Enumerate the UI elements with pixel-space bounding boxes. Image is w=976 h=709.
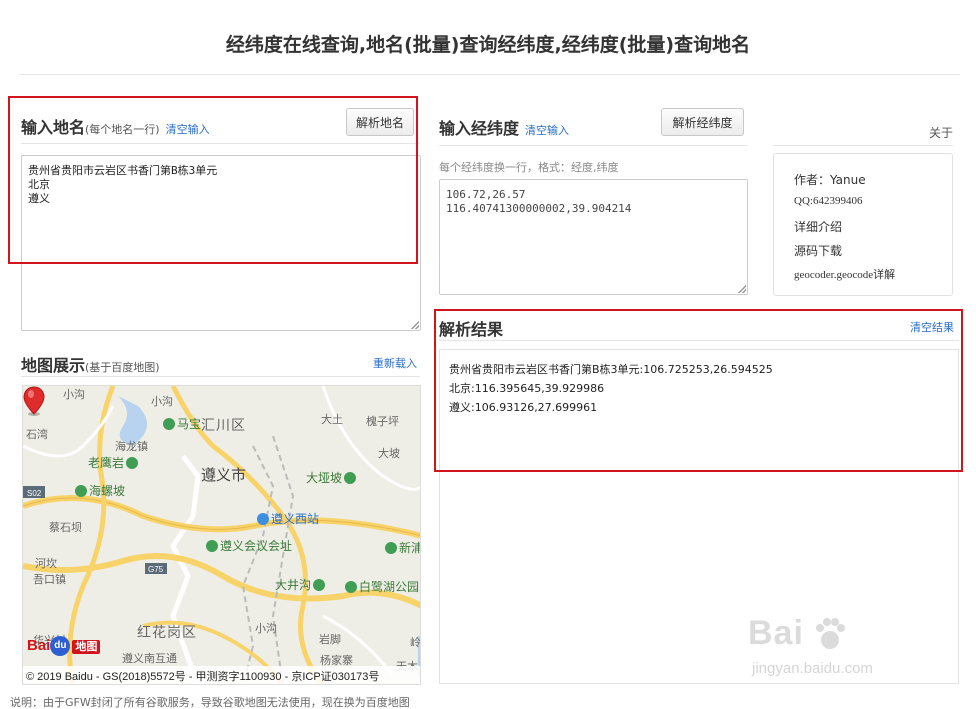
place-input-divider: [21, 143, 420, 144]
about-link[interactable]: 关于: [929, 124, 953, 141]
results-header: 解析结果: [439, 316, 503, 340]
poi-icon: [385, 542, 397, 554]
map-poi-xinpu: 新浦: [385, 539, 421, 556]
map-label: 岩脚: [319, 633, 341, 646]
baidu-logo-text: Bai: [27, 637, 51, 654]
map-shield-g75: G75: [148, 565, 164, 574]
train-station-icon: [257, 513, 269, 525]
map-title: 地图展示: [21, 356, 86, 375]
map-label: 石湾: [26, 428, 48, 441]
map-label: 白鹭湖公园: [359, 580, 420, 594]
map-label: 老鹰岩: [88, 456, 125, 470]
map-label: 河坎: [35, 557, 57, 570]
map-label: 槐子坪: [366, 415, 399, 428]
place-input-header: 输入地名 (每个地名一行) 清空输入: [21, 114, 210, 138]
result-line: 贵州省贵阳市云岩区书香门第B栋3单元:106.725253,26.594525: [449, 363, 773, 376]
map-poi-mabao: 马宝: [163, 415, 201, 432]
place-input-textarea[interactable]: 贵州省贵阳市云岩区书香门第B栋3单元 北京 遵义: [21, 155, 421, 331]
map-poi-dayapo: 大垭坡: [306, 469, 358, 486]
about-author: 作者：Yanue: [794, 173, 866, 187]
results-panel: 贵州省贵阳市云岩区书香门第B栋3单元:106.725253,26.594525 …: [439, 349, 959, 684]
map-label: 遵义会议会址: [220, 539, 293, 553]
baidu-paw-icon: du: [50, 636, 71, 656]
map-label: 海龙镇: [115, 440, 148, 453]
map-copyright: © 2019 Baidu - GS(2018)5572号 - 甲测资字11009…: [23, 666, 420, 684]
map-label: 马宝: [177, 417, 202, 431]
coord-input-divider: [439, 145, 748, 146]
results-divider: [439, 340, 959, 341]
about-qq: QQ:642399406: [794, 195, 863, 207]
about-box: 作者：Yanue QQ:642399406 详细介绍 源码下载 geocoder…: [773, 153, 953, 296]
poi-icon: [126, 457, 139, 469]
poi-icon: [313, 579, 326, 591]
map-label: 大土: [321, 413, 343, 426]
footer-note: 说明：由于GFW封闭了所有谷歌服务，导致谷歌地图无法使用，现在换为百度地图: [10, 696, 410, 709]
map-header: 地图展示 (基于百度地图): [21, 352, 160, 376]
result-line: 北京:116.395645,39.929986: [449, 382, 605, 395]
map-divider: [21, 376, 420, 377]
map-poi-huiyi: 遵义会议会址: [206, 537, 292, 554]
map-label: 大坡: [378, 447, 400, 460]
poi-icon: [206, 540, 218, 552]
map-city-label: 遵义市: [201, 466, 247, 484]
poi-icon: [163, 418, 175, 430]
poi-icon: [75, 485, 87, 497]
place-input-subtitle: (每个地名一行): [85, 123, 160, 136]
map-label: 吾口镇: [33, 573, 66, 586]
about-source-link[interactable]: 源码下载: [794, 242, 842, 259]
map-poi-bailuhu: 白鹭湖公园: [345, 578, 419, 595]
map-poi-zunyi-west: 遵义西站: [257, 510, 319, 527]
map-subtitle: (基于百度地图): [85, 361, 160, 374]
results-title: 解析结果: [439, 320, 504, 339]
map-poi-dajinggou: 大井沟: [275, 576, 327, 593]
about-geocode-link[interactable]: geocoder.geocode详解: [794, 266, 895, 282]
map-poi-hailuopo: 海螺坡: [75, 482, 125, 499]
map-label: 小沟: [255, 622, 277, 635]
title-divider: [20, 74, 960, 75]
poi-icon: [345, 581, 357, 593]
map-label: 蔡石坝: [49, 521, 82, 534]
baidu-logo-map-text: 地图: [72, 640, 101, 654]
map-label: 遵义南互通: [122, 652, 177, 665]
map-poi-laoyingyan: 老鹰岩: [88, 454, 140, 471]
map-label: 岭嘴: [410, 636, 421, 649]
map-label: 小沟: [151, 395, 173, 408]
clear-results-link[interactable]: 清空结果: [910, 319, 954, 335]
coord-input-header: 输入经纬度 清空输入: [439, 115, 569, 139]
about-divider: [773, 145, 953, 146]
coord-input-textarea[interactable]: 106.72,26.57 116.40741300000002,39.90421…: [439, 179, 748, 295]
clear-coord-input-link[interactable]: 清空输入: [525, 122, 569, 138]
resize-grip-icon[interactable]: [738, 285, 746, 293]
map-label: 大井沟: [275, 578, 312, 592]
parse-place-button[interactable]: 解析地名: [346, 108, 414, 136]
coord-input-title: 输入经纬度: [439, 119, 520, 138]
map-district-label: 汇川区: [201, 418, 246, 434]
place-input-title: 输入地名: [21, 118, 86, 137]
map-label: 大垭坡: [306, 471, 343, 485]
map-shield-s02: S02: [27, 489, 42, 498]
clear-place-input-link[interactable]: 清空输入: [166, 121, 210, 137]
map-label: 海螺坡: [89, 484, 126, 498]
reload-map-link[interactable]: 重新载入: [373, 355, 417, 371]
map-label: 小沟: [63, 388, 85, 401]
parse-coord-button[interactable]: 解析经纬度: [661, 108, 744, 136]
baidu-map[interactable]: S02 G75 小沟 小沟 马宝 汇川区 大土 槐子坪 石湾 海龙镇 大坡 老鹰…: [22, 385, 421, 685]
about-detail-link[interactable]: 详细介绍: [794, 218, 842, 235]
coord-format-hint: 每个经纬度换一行，格式：经度,纬度: [439, 161, 619, 174]
map-label: 遵义西站: [271, 512, 320, 526]
result-line: 遵义:106.93126,27.699961: [449, 401, 598, 414]
map-district-label: 红花岗区: [137, 625, 197, 641]
baidu-map-logo: Bai du 地图: [27, 636, 101, 656]
page-title: 经纬度在线查询,地名(批量)查询经纬度,经纬度(批量)查询地名: [225, 34, 751, 56]
map-marker-icon[interactable]: [23, 386, 45, 416]
resize-grip-icon[interactable]: [411, 321, 419, 329]
map-label: 新浦: [399, 541, 421, 555]
poi-icon: [344, 472, 357, 484]
